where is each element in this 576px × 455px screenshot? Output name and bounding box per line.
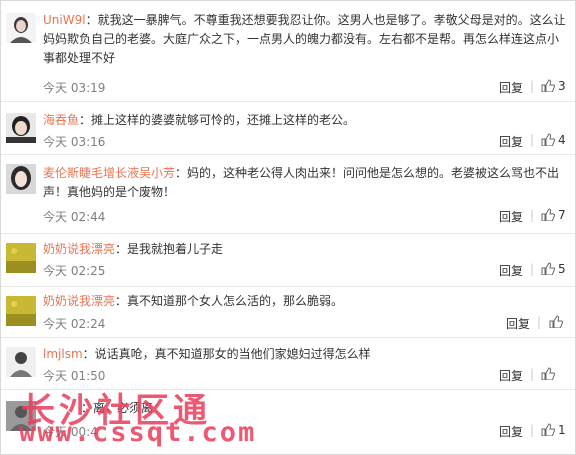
watermark-url: www.cssqt.com (19, 417, 257, 448)
like-button[interactable]: 1 (541, 423, 566, 437)
divider: | (530, 367, 535, 381)
comment-list: UniW9l：就我这一暴脾气。不尊重我还想要我忍让你。这男人也是够了。孝敬父母是… (0, 0, 576, 455)
reply-button[interactable]: 回复 (499, 79, 523, 96)
divider: | (530, 208, 535, 222)
reply-button[interactable]: 回复 (499, 208, 523, 225)
divider: | (530, 133, 535, 147)
comment-text: ：说话真呛，真不知道那女的当他们家媳妇过得怎么样 (82, 347, 371, 361)
comment-time: 今天 03:19 (43, 81, 106, 95)
avatar[interactable] (6, 243, 36, 273)
thumbs-up-icon (541, 423, 555, 436)
avatar[interactable] (6, 347, 36, 377)
reply-button[interactable]: 回复 (499, 367, 523, 384)
thumbs-up-icon (541, 208, 555, 221)
reply-button[interactable]: 回复 (499, 262, 523, 279)
like-button[interactable] (541, 367, 555, 381)
comment-time: 今天 02:24 (43, 317, 106, 331)
comment-item: UniW9l：就我这一暴脾气。不尊重我还想要我忍让你。这男人也是够了。孝敬父母是… (1, 1, 575, 102)
comment-username[interactable]: 奶奶说我漂亮 (43, 242, 115, 256)
thumbs-up-icon (541, 262, 555, 275)
comment-text: ：摊上这样的婆婆就够可怜的，还摊上这样的老公。 (79, 113, 356, 127)
reply-button[interactable]: 回复 (499, 133, 523, 150)
like-button[interactable] (549, 315, 563, 329)
like-count: 7 (558, 208, 566, 222)
comment-text: ：就我这一暴脾气。不尊重我还想要我忍让你。这男人也是够了。孝敬父母是对的。这么让… (43, 13, 566, 65)
comment-username[interactable]: 海吞鱼 (43, 113, 79, 127)
like-button[interactable]: 5 (541, 262, 566, 276)
comment-time: 今天 03:16 (43, 135, 106, 149)
like-count: 3 (558, 79, 566, 93)
divider: | (537, 315, 542, 329)
comment-item: 麦伦斯睫毛增长液吴小芳：妈的，这种老公得人肉出来！问问他是怎么想的。老婆被这么骂… (1, 154, 575, 234)
avatar[interactable] (6, 296, 36, 326)
comment-username[interactable]: 奶奶说我漂亮 (43, 294, 115, 308)
avatar[interactable] (6, 164, 36, 194)
divider: | (530, 423, 535, 437)
comment-item: 奶奶说我漂亮：是我就抱着儿子走 今天 02:25 回复 | 5 (1, 233, 575, 287)
comment-text: ：是我就抱着儿子走 (115, 242, 224, 256)
like-button[interactable]: 3 (541, 79, 566, 93)
like-count: 1 (558, 423, 566, 437)
comment-username[interactable]: 麦伦斯睫毛增长液吴小芳 (43, 166, 175, 180)
reply-button[interactable]: 回复 (506, 315, 530, 332)
avatar[interactable] (6, 113, 36, 143)
thumbs-up-icon (541, 133, 555, 146)
comment-text: ：真不知道那个女人怎么活的，那么脆弱。 (115, 294, 344, 308)
thumbs-up-icon (541, 367, 555, 380)
comment-time: 今天 01:50 (43, 369, 106, 383)
divider: | (530, 79, 535, 93)
comment-item: 海吞鱼：摊上这样的婆婆就够可怜的，还摊上这样的老公。 今天 03:16 回复 |… (1, 101, 575, 155)
reply-button[interactable]: 回复 (499, 423, 523, 440)
thumbs-up-icon (549, 315, 563, 328)
comment-username[interactable]: UniW9l (43, 13, 86, 27)
like-button[interactable]: 7 (541, 208, 566, 222)
comment-item: 奶奶说我漂亮：真不知道那个女人怎么活的，那么脆弱。 今天 02:24 回复 | (1, 286, 575, 338)
comment-time: 今天 02:25 (43, 264, 106, 278)
like-button[interactable]: 4 (541, 133, 566, 147)
comment-username[interactable]: lmjlsm (43, 347, 83, 361)
divider: | (530, 262, 535, 276)
comment-time: 今天 02:44 (43, 210, 106, 224)
like-count: 4 (558, 133, 566, 147)
avatar[interactable] (6, 13, 36, 43)
thumbs-up-icon (541, 79, 555, 92)
like-count: 5 (558, 262, 566, 276)
